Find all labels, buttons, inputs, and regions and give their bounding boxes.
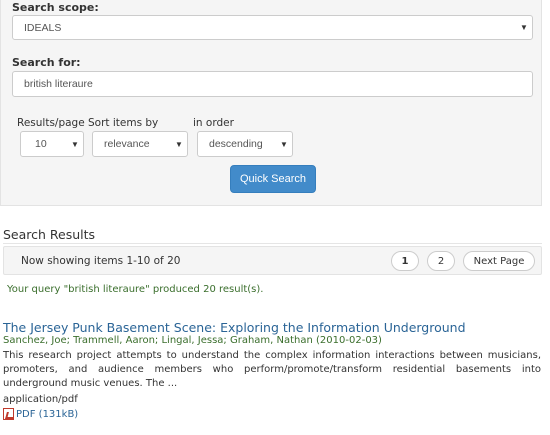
chevron-down-icon: ▼ — [520, 23, 528, 32]
showing-items-text: Now showing items 1-10 of 20 — [21, 255, 181, 267]
search-query-input[interactable]: british literaure — [12, 71, 533, 97]
order-select[interactable]: descending ▼ — [197, 131, 293, 157]
pdf-icon — [3, 408, 14, 420]
chevron-down-icon: ▼ — [280, 139, 288, 149]
search-scope-label: Search scope: — [12, 1, 99, 14]
results-per-page-label: Results/page — [17, 117, 85, 129]
result-title-link[interactable]: The Jersey Punk Basement Scene: Explorin… — [3, 320, 466, 335]
order-label: in order — [193, 117, 234, 129]
results-per-page-value: 10 — [35, 138, 47, 150]
result-abstract: This research project attempts to unders… — [3, 350, 541, 389]
search-scope-select[interactable]: IDEALS ▼ — [12, 15, 533, 40]
search-form-panel: Search scope: IDEALS ▼ Search for: briti… — [0, 0, 542, 206]
page-1-button[interactable]: 1 — [391, 251, 419, 271]
sort-by-label: Sort items by — [88, 117, 159, 129]
result-file-label: PDF (131kB) — [16, 408, 79, 420]
search-scope-value: IDEALS — [24, 21, 62, 34]
sort-by-value: relevance — [104, 138, 150, 150]
search-results-heading: Search Results — [3, 227, 96, 242]
query-result-message: Your query "british literaure" produced … — [7, 284, 264, 295]
pagination-bar: Now showing items 1-10 of 20 1 2 Next Pa… — [3, 246, 542, 275]
search-query-value: british literaure — [24, 78, 93, 90]
result-file-link[interactable]: PDF (131kB) — [3, 408, 78, 420]
page-2-button[interactable]: 2 — [427, 251, 455, 271]
result-authors: Sanchez, Joe; Trammell, Aaron; Lingal, J… — [3, 335, 382, 346]
results-per-page-select[interactable]: 10 ▼ — [20, 131, 84, 157]
chevron-down-icon: ▼ — [175, 139, 183, 149]
sort-by-select[interactable]: relevance ▼ — [92, 131, 188, 157]
search-for-label: Search for: — [12, 56, 81, 69]
divider — [3, 243, 542, 244]
chevron-down-icon: ▼ — [71, 139, 79, 149]
order-value: descending — [209, 138, 263, 150]
next-page-button[interactable]: Next Page — [463, 251, 535, 271]
result-format: application/pdf — [3, 394, 78, 405]
quick-search-button[interactable]: Quick Search — [230, 165, 316, 193]
